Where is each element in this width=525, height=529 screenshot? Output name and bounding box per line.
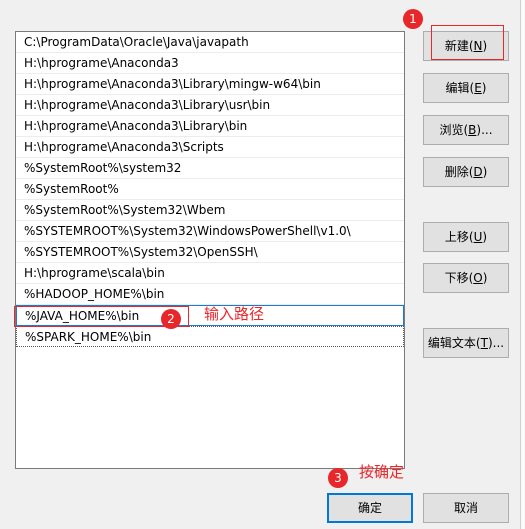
ok-button[interactable]: 确定 <box>327 493 413 523</box>
annotation-box-new <box>431 25 504 60</box>
list-item[interactable]: %SystemRoot%\system32 <box>16 158 404 179</box>
annotation-press-ok: 按确定 <box>359 463 405 481</box>
list-item[interactable]: C:\ProgramData\Oracle\Java\javapath <box>16 32 404 53</box>
list-item[interactable]: %SystemRoot%\System32\Wbem <box>16 200 404 221</box>
list-item[interactable]: %HADOOP_HOME%\bin <box>16 284 404 305</box>
list-item[interactable]: H:\hprograme\Anaconda3\Scripts <box>16 137 404 158</box>
list-item[interactable]: %SYSTEMROOT%\System32\WindowsPowerShell\… <box>16 221 404 242</box>
edit-button[interactable]: 编辑(E) <box>423 73 509 103</box>
move-up-button[interactable]: 上移(U) <box>423 222 509 252</box>
background-window-edge <box>520 0 525 529</box>
list-item[interactable]: H:\hprograme\Anaconda3\Library\mingw-w64… <box>16 74 404 95</box>
list-item[interactable]: %SystemRoot% <box>16 179 404 200</box>
list-item[interactable]: %SYSTEMROOT%\System32\OpenSSH\ <box>16 242 404 263</box>
edit-text-button[interactable]: 编辑文本(T)... <box>423 328 509 358</box>
move-down-button[interactable]: 下移(O) <box>423 263 509 293</box>
list-item[interactable]: H:\hprograme\Anaconda3\Library\usr\bin <box>16 95 404 116</box>
annotation-badge-2: 2 <box>161 309 181 329</box>
list-item[interactable]: H:\hprograme\scala\bin <box>16 263 404 284</box>
annotation-badge-1: 1 <box>403 9 423 29</box>
annotation-badge-3: 3 <box>328 468 348 488</box>
delete-button[interactable]: 删除(D) <box>423 157 509 187</box>
list-item[interactable]: %SPARK_HOME%\bin <box>16 326 404 347</box>
cancel-button[interactable]: 取消 <box>423 493 509 523</box>
annotation-input-path: 输入路径 <box>204 305 265 323</box>
list-item[interactable]: H:\hprograme\Anaconda3\Library\bin <box>16 116 404 137</box>
list-item[interactable]: H:\hprograme\Anaconda3 <box>16 53 404 74</box>
path-list[interactable]: C:\ProgramData\Oracle\Java\javapath H:\h… <box>15 31 405 469</box>
browse-button[interactable]: 浏览(B)... <box>423 115 509 145</box>
